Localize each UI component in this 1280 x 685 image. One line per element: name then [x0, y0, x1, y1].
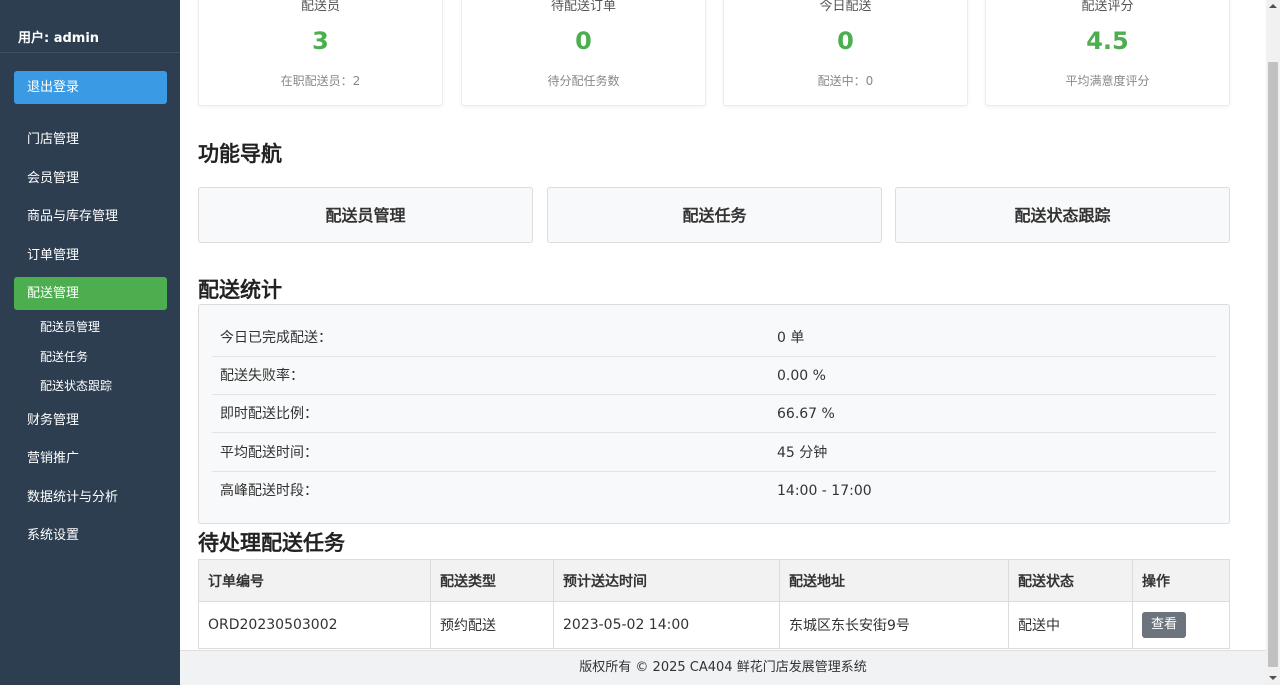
- sidebar-item-orders[interactable]: 订单管理: [14, 239, 167, 272]
- stat-subtext: 待分配任务数: [547, 74, 620, 88]
- current-user: 用户: admin: [18, 31, 100, 46]
- scroll-down-arrow-icon[interactable]: [1269, 676, 1277, 680]
- stat-card-rating: 配送评分 4.5 平均满意度评分: [985, 0, 1230, 106]
- scrollbar[interactable]: [1266, 0, 1280, 685]
- stat-row-label: 即时配送比例：: [220, 406, 318, 422]
- scroll-up-arrow-icon[interactable]: [1269, 4, 1277, 8]
- order-id-cell: ORD20230503002: [198, 601, 431, 649]
- view-button[interactable]: 查看: [1142, 612, 1187, 638]
- stat-card-today-delivery: 今日配送 0 配送中：0: [723, 0, 968, 106]
- footer: 版权所有 © 2025 CA404 鲜花门店发展管理系统: [180, 650, 1266, 685]
- table-header: 配送地址: [779, 559, 1009, 602]
- stat-label: 配送评分: [1081, 0, 1134, 14]
- stat-value: 4.5: [1086, 27, 1129, 55]
- section-title-function-nav: 功能导航: [198, 142, 282, 166]
- stat-label: 今日配送: [819, 0, 872, 14]
- sidebar-item-members[interactable]: 会员管理: [14, 162, 167, 195]
- scrollbar-thumb[interactable]: [1268, 62, 1278, 667]
- table-row: ORD20230503002 预约配送 2023-05-02 14:00 东城区…: [198, 601, 1230, 649]
- stat-row-label: 今日已完成配送：: [220, 330, 332, 346]
- stat-row-label: 配送失败率：: [220, 368, 304, 384]
- table-header: 订单编号: [198, 559, 431, 602]
- stat-row-value: 14:00 - 17:00: [777, 483, 872, 499]
- sidebar-subitem-delivery-tasks[interactable]: 配送任务: [40, 348, 88, 365]
- stat-row: 平均配送时间： 45 分钟: [212, 434, 1216, 472]
- stat-card-pending-orders: 待配送订单 0 待分配任务数: [461, 0, 706, 106]
- func-card-delivery-tasks[interactable]: 配送任务: [547, 187, 882, 243]
- stat-row-value: 0 单: [777, 330, 805, 346]
- stat-row-value: 0.00 %: [777, 368, 826, 384]
- sidebar-subitem-couriers[interactable]: 配送员管理: [40, 318, 100, 335]
- sidebar-item-store[interactable]: 门店管理: [14, 123, 167, 156]
- stat-subtext: 平均满意度评分: [1065, 74, 1150, 88]
- sidebar-item-products-inventory[interactable]: 商品与库存管理: [14, 200, 167, 233]
- sidebar-item-analytics[interactable]: 数据统计与分析: [14, 481, 167, 514]
- sidebar-item-delivery[interactable]: 配送管理: [14, 277, 167, 310]
- delivery-stats-panel: 今日已完成配送： 0 单 配送失败率： 0.00 % 即时配送比例： 66.67…: [198, 304, 1230, 524]
- table-header: 预计送达时间: [553, 559, 780, 602]
- sidebar-divider: [0, 52, 180, 53]
- sidebar: 用户: admin 退出登录 门店管理 会员管理 商品与库存管理 订单管理 配送…: [0, 0, 180, 685]
- action-cell: 查看: [1132, 601, 1230, 649]
- stat-value: 0: [575, 27, 592, 55]
- stat-row: 配送失败率： 0.00 %: [212, 357, 1216, 395]
- sidebar-item-finance[interactable]: 财务管理: [14, 404, 167, 437]
- sidebar-item-marketing[interactable]: 营销推广: [14, 442, 167, 475]
- stat-card-couriers: 配送员 3 在职配送员：2: [198, 0, 443, 106]
- delivery-type-cell: 预约配送: [430, 601, 554, 649]
- sidebar-subitem-delivery-tracking[interactable]: 配送状态跟踪: [40, 377, 112, 394]
- logout-button[interactable]: 退出登录: [14, 71, 167, 104]
- stat-label: 待配送订单: [550, 0, 616, 14]
- stat-row-label: 高峰配送时段：: [220, 483, 318, 499]
- status-cell: 配送中: [1008, 601, 1133, 649]
- table-header: 操作: [1132, 559, 1230, 602]
- sidebar-item-settings[interactable]: 系统设置: [14, 519, 167, 552]
- table-header: 配送状态: [1008, 559, 1133, 602]
- stat-subtext: 配送中：0: [817, 74, 874, 88]
- pending-tasks-table: 订单编号 配送类型 预计送达时间 配送地址 配送状态 操作 ORD2023050…: [198, 559, 1230, 649]
- func-card-couriers[interactable]: 配送员管理: [198, 187, 533, 243]
- stat-row-label: 平均配送时间：: [220, 445, 318, 461]
- stat-row-value: 66.67 %: [777, 406, 835, 422]
- stat-row: 高峰配送时段： 14:00 - 17:00: [212, 472, 1216, 510]
- table-header: 配送类型: [430, 559, 554, 602]
- stat-value: 3: [312, 27, 329, 55]
- stat-label: 配送员: [300, 0, 340, 14]
- stat-row: 今日已完成配送： 0 单: [212, 319, 1216, 357]
- stat-row-value: 45 分钟: [777, 445, 828, 461]
- stat-value: 0: [837, 27, 854, 55]
- section-title-pending-tasks: 待处理配送任务: [198, 531, 345, 555]
- func-card-delivery-tracking[interactable]: 配送状态跟踪: [895, 187, 1230, 243]
- table-header-row: 订单编号 配送类型 预计送达时间 配送地址 配送状态 操作: [198, 559, 1230, 602]
- eta-cell: 2023-05-02 14:00: [553, 601, 780, 649]
- section-title-delivery-stats: 配送统计: [198, 278, 282, 302]
- stat-row: 即时配送比例： 66.67 %: [212, 395, 1216, 433]
- address-cell: 东城区东长安街9号: [779, 601, 1009, 649]
- stat-subtext: 在职配送员：2: [280, 74, 361, 88]
